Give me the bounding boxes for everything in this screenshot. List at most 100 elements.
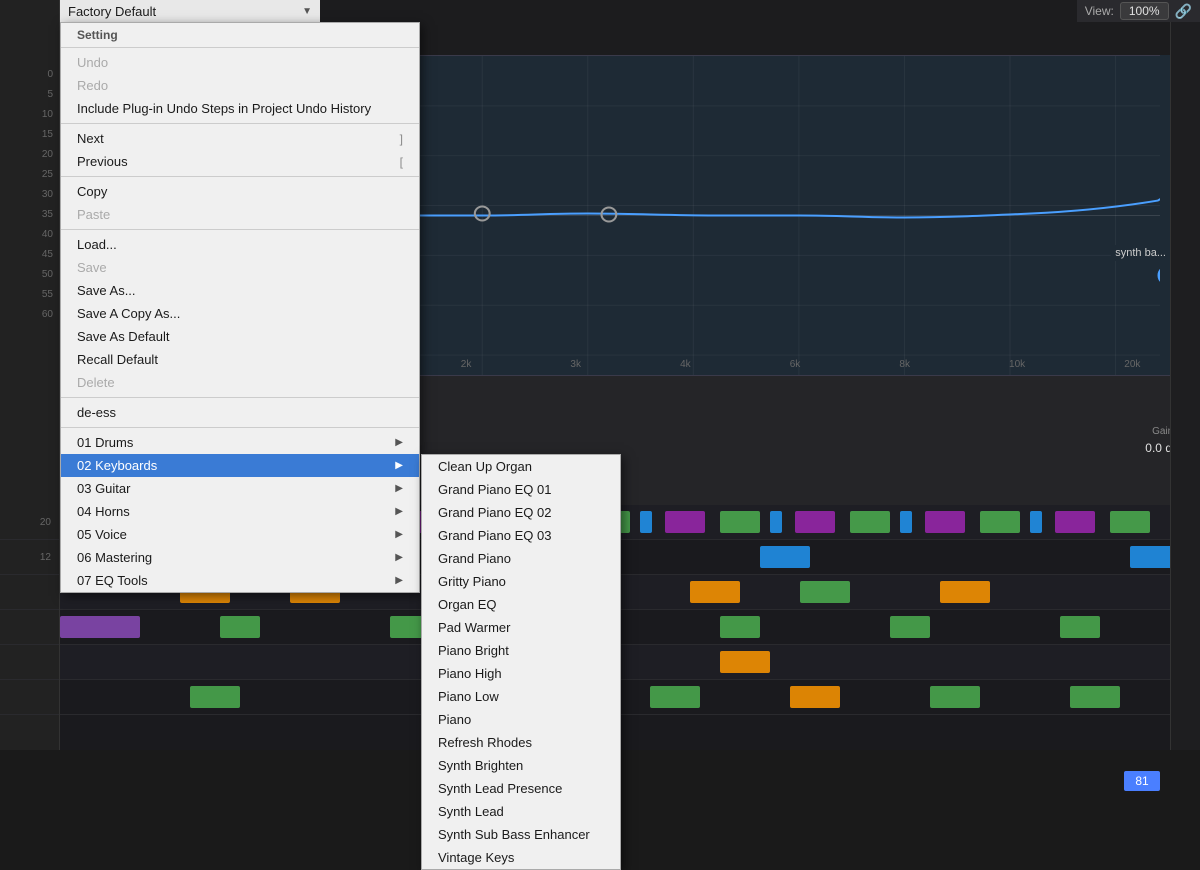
submenu-item-grand-piano-eq-03[interactable]: Grand Piano EQ 03 [422,524,620,547]
menu-item-keyboards[interactable]: 02 Keyboards ▶ Clean Up Organ Grand Pian… [61,454,419,477]
clip[interactable] [720,511,760,533]
menu-item-load[interactable]: Load... [61,233,419,256]
submenu-item-synth-sub-bass-enhancer[interactable]: Synth Sub Bass Enhancer [422,823,620,846]
submenu-item-grand-piano-eq-01[interactable]: Grand Piano EQ 01 [422,478,620,501]
ruler-15: 15 [0,125,59,145]
menu-item-delete[interactable]: Delete [61,371,419,394]
menu-item-include-undo[interactable]: Include Plug-in Undo Steps in Project Un… [61,97,419,120]
ruler-50: 50 [0,265,59,285]
clip[interactable] [760,546,810,568]
submenu-item-synth-brighten[interactable]: Synth Brighten [422,754,620,777]
submenu-item-refresh-rhodes[interactable]: Refresh Rhodes [422,731,620,754]
menu-item-de-ess[interactable]: de-ess [61,401,419,424]
menu-item-recall-default[interactable]: Recall Default [61,348,419,371]
clip[interactable] [720,651,770,673]
clip[interactable] [650,686,700,708]
menu-item-eq-tools[interactable]: 07 EQ Tools ▶ [61,569,419,592]
clip[interactable] [720,616,760,638]
submenu-item-pad-warmer[interactable]: Pad Warmer [422,616,620,639]
link-icon[interactable]: 🔗 [1175,3,1192,20]
menu-separator [61,397,419,398]
clip[interactable] [690,581,740,603]
submenu-arrow-icon: ▶ [395,552,403,563]
clip[interactable] [925,511,965,533]
freq-20k: 20k [1124,359,1140,370]
clip[interactable] [980,511,1020,533]
right-sidebar [1170,0,1200,750]
submenu-item-clean-up-organ[interactable]: Clean Up Organ [422,455,620,478]
ruler-10: 10 [0,105,59,125]
clip[interactable] [795,511,835,533]
menu-item-save[interactable]: Save [61,256,419,279]
number-badge: 81 [1124,771,1160,791]
freq-10k: 10k [1009,359,1025,370]
submenu-item-synth-lead[interactable]: Synth Lead [422,800,620,823]
clip[interactable] [890,616,930,638]
submenu-arrow-icon: ▶ [395,483,403,494]
submenu-arrow-icon: ▶ [395,575,403,586]
menu-item-save-as[interactable]: Save As... [61,279,419,302]
clip[interactable] [1070,686,1120,708]
ruler-55: 55 [0,285,59,305]
view-label: View: [1085,4,1114,18]
submenu-item-piano-low[interactable]: Piano Low [422,685,620,708]
menu-item-voice[interactable]: 05 Voice ▶ [61,523,419,546]
clip[interactable] [850,511,890,533]
clip[interactable] [1055,511,1095,533]
track-numbers: 20 12 [0,505,60,750]
menu-separator [61,123,419,124]
submenu-arrow-icon: ▶ [395,460,403,471]
clip[interactable] [220,616,260,638]
preset-dropdown[interactable]: Factory Default ▼ [60,0,320,22]
menu-item-paste[interactable]: Paste [61,203,419,226]
submenu-item-organ-eq[interactable]: Organ EQ [422,593,620,616]
ruler-60: 60 [0,305,59,325]
clip[interactable] [790,686,840,708]
submenu-item-synth-lead-presence[interactable]: Synth Lead Presence [422,777,620,800]
submenu-item-vintage-keys[interactable]: Vintage Keys [422,846,620,869]
clip[interactable] [1110,511,1150,533]
clip[interactable] [1030,511,1042,533]
clip[interactable] [930,686,980,708]
clip[interactable] [770,511,782,533]
menu-item-horns[interactable]: 04 Horns ▶ [61,500,419,523]
menu-item-guitar[interactable]: 03 Guitar ▶ [61,477,419,500]
submenu-item-piano-high[interactable]: Piano High [422,662,620,685]
clip[interactable] [640,511,652,533]
submenu-item-gritty-piano[interactable]: Gritty Piano [422,570,620,593]
menu-item-save-default[interactable]: Save As Default [61,325,419,348]
ruler-30: 30 [0,185,59,205]
clip[interactable] [60,616,140,638]
menu-item-copy[interactable]: Copy [61,180,419,203]
ruler-0: 0 [0,65,59,85]
ruler-25: 25 [0,165,59,185]
menu-item-redo[interactable]: Redo [61,74,419,97]
menu-item-mastering[interactable]: 06 Mastering ▶ [61,546,419,569]
menu-item-next[interactable]: Next ] [61,127,419,150]
preset-label: Factory Default [68,4,156,19]
submenu-item-piano-bright[interactable]: Piano Bright [422,639,620,662]
clip[interactable] [800,581,850,603]
clip[interactable] [665,511,705,533]
submenu-item-grand-piano-eq-02[interactable]: Grand Piano EQ 02 [422,501,620,524]
menu-item-undo[interactable]: Undo [61,51,419,74]
clip[interactable] [1060,616,1100,638]
ruler-20: 20 [0,145,59,165]
menu-item-previous[interactable]: Previous [ [61,150,419,173]
track-row [60,680,1200,715]
menu-item-save-copy[interactable]: Save A Copy As... [61,302,419,325]
clip[interactable] [900,511,912,533]
ruler-5: 5 [0,85,59,105]
view-bar: View: 100% 🔗 [1077,0,1200,22]
submenu-item-piano[interactable]: Piano [422,708,620,731]
menu-item-drums[interactable]: 01 Drums ▶ [61,431,419,454]
submenu-arrow-icon: ▶ [395,529,403,540]
submenu-item-grand-piano[interactable]: Grand Piano [422,547,620,570]
clip[interactable] [940,581,990,603]
freq-3k: 3k [570,359,581,370]
keyboards-submenu: Clean Up Organ Grand Piano EQ 01 Grand P… [421,454,621,870]
track-row [60,645,1200,680]
menu-separator [61,427,419,428]
clip[interactable] [190,686,240,708]
view-value[interactable]: 100% [1120,2,1169,20]
